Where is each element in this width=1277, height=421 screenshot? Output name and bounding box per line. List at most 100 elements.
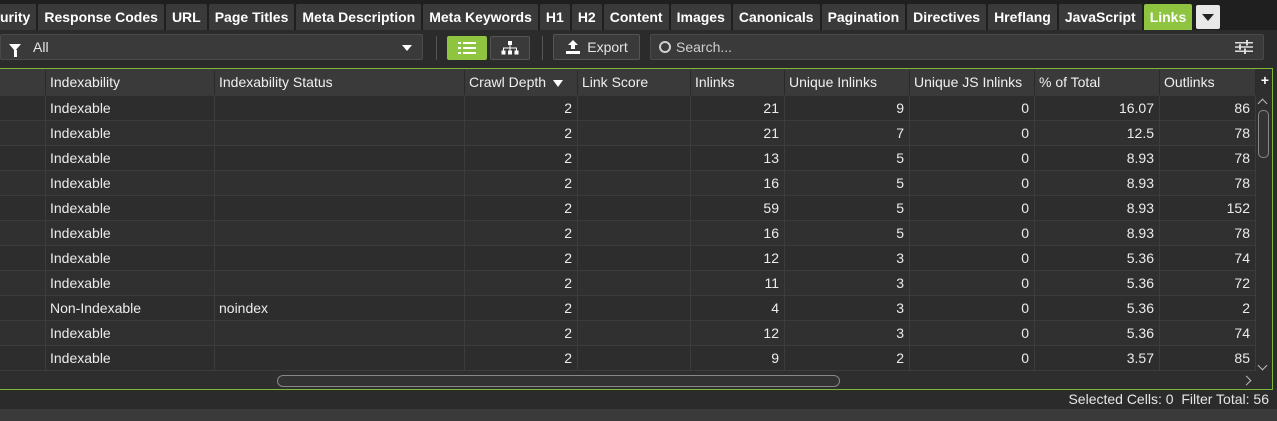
tab-page-titles[interactable]: Page Titles <box>208 4 295 30</box>
table-cell[interactable]: 16 <box>691 221 785 246</box>
table-cell-address[interactable] <box>0 271 46 296</box>
table-cell[interactable]: 5 <box>785 146 910 171</box>
table-cell[interactable] <box>215 196 465 221</box>
table-cell[interactable] <box>578 196 691 221</box>
table-cell[interactable]: 0 <box>910 321 1035 346</box>
table-cell-address[interactable] <box>0 146 46 171</box>
table-cell[interactable]: 74 <box>1160 321 1256 346</box>
tab-links[interactable]: Links <box>1143 4 1193 30</box>
table-cell[interactable] <box>215 271 465 296</box>
table-cell[interactable]: 2 <box>785 346 910 371</box>
search-box[interactable] <box>650 34 1264 60</box>
search-input[interactable] <box>676 39 1196 55</box>
table-row[interactable]: Indexable 2 21 9 0 16.07 86 <box>0 96 1256 121</box>
table-cell[interactable] <box>215 346 465 371</box>
table-cell[interactable]: 4 <box>691 296 785 321</box>
table-cell[interactable]: 0 <box>910 346 1035 371</box>
table-cell-address[interactable] <box>0 221 46 246</box>
table-cell[interactable]: 0 <box>910 146 1035 171</box>
table-cell[interactable]: Indexable <box>46 271 215 296</box>
tab-response-codes[interactable]: Response Codes <box>38 4 164 30</box>
table-cell[interactable]: 3 <box>785 271 910 296</box>
table-cell[interactable]: 5.36 <box>1035 296 1160 321</box>
table-row[interactable]: Non-Indexable noindex 2 4 3 0 5.36 2 <box>0 296 1256 321</box>
table-cell[interactable]: 0 <box>910 96 1035 121</box>
table-cell[interactable]: Indexable <box>46 221 215 246</box>
table-row[interactable]: Indexable 2 13 5 0 8.93 78 <box>0 146 1256 171</box>
table-row[interactable]: Indexable 2 9 2 0 3.57 85 <box>0 346 1256 371</box>
table-cell[interactable]: 0 <box>910 121 1035 146</box>
column-header-crawl-depth[interactable]: Crawl Depth <box>465 70 578 95</box>
table-cell[interactable]: 5.36 <box>1035 246 1160 271</box>
tab-url[interactable]: URL <box>165 4 207 30</box>
table-cell-address[interactable] <box>0 171 46 196</box>
table-cell[interactable]: 8.93 <box>1035 171 1160 196</box>
tab-h1[interactable]: H1 <box>539 4 570 30</box>
table-cell[interactable]: 16 <box>691 171 785 196</box>
table-cell[interactable] <box>578 246 691 271</box>
table-cell[interactable]: 11 <box>691 271 785 296</box>
table-cell[interactable]: 2 <box>465 196 578 221</box>
table-cell[interactable]: 7 <box>785 121 910 146</box>
table-cell[interactable]: Indexable <box>46 246 215 271</box>
vertical-scrollbar[interactable] <box>1256 96 1270 373</box>
table-cell[interactable]: 85 <box>1160 346 1256 371</box>
horizontal-scrollbar[interactable] <box>0 373 1256 389</box>
list-view-button[interactable] <box>447 36 487 60</box>
table-cell[interactable]: Indexable <box>46 121 215 146</box>
table-cell[interactable]: 5.36 <box>1035 271 1160 296</box>
scroll-thumb[interactable] <box>277 375 840 387</box>
table-cell[interactable]: 74 <box>1160 246 1256 271</box>
table-cell[interactable]: 9 <box>691 346 785 371</box>
table-row[interactable]: Indexable 2 16 5 0 8.93 78 <box>0 171 1256 196</box>
table-cell[interactable] <box>215 321 465 346</box>
table-cell[interactable]: 3 <box>785 246 910 271</box>
table-cell[interactable]: 78 <box>1160 121 1256 146</box>
table-cell[interactable]: 152 <box>1160 196 1256 221</box>
table-cell[interactable]: 78 <box>1160 171 1256 196</box>
table-cell[interactable]: Non-Indexable <box>46 296 215 321</box>
table-cell[interactable]: 5.36 <box>1035 321 1160 346</box>
table-cell[interactable]: Indexable <box>46 96 215 121</box>
table-cell[interactable]: 3 <box>785 296 910 321</box>
table-cell[interactable]: Indexable <box>46 146 215 171</box>
column-header-unique-inlinks[interactable]: Unique Inlinks <box>785 70 910 95</box>
chevron-up-icon[interactable] <box>1257 98 1268 109</box>
table-cell[interactable]: 5 <box>785 196 910 221</box>
table-cell[interactable]: 2 <box>465 271 578 296</box>
table-cell[interactable] <box>215 146 465 171</box>
table-cell-address[interactable] <box>0 196 46 221</box>
tab-urity[interactable]: urity <box>0 4 37 30</box>
table-cell[interactable]: 72 <box>1160 271 1256 296</box>
table-cell[interactable] <box>578 271 691 296</box>
table-cell[interactable]: 12 <box>691 321 785 346</box>
filter-dropdown[interactable]: All <box>0 34 423 60</box>
scroll-thumb[interactable] <box>1258 110 1269 158</box>
add-column-icon[interactable]: + <box>1261 73 1269 87</box>
tab-pagination[interactable]: Pagination <box>821 4 906 30</box>
chevron-down-icon[interactable] <box>1257 360 1268 371</box>
table-cell-address[interactable] <box>0 121 46 146</box>
table-cell[interactable]: 3 <box>785 321 910 346</box>
table-cell[interactable]: 5 <box>785 221 910 246</box>
column-header-indexability-status[interactable]: Indexability Status <box>215 70 465 95</box>
tree-view-button[interactable] <box>490 36 530 60</box>
table-cell[interactable] <box>578 171 691 196</box>
table-cell[interactable]: 2 <box>465 321 578 346</box>
column-header--of-total[interactable]: % of Total <box>1035 70 1160 95</box>
tab-canonicals[interactable]: Canonicals <box>732 4 820 30</box>
table-cell[interactable] <box>215 246 465 271</box>
table-cell[interactable]: 12 <box>691 246 785 271</box>
column-header-address[interactable] <box>0 70 46 95</box>
table-row[interactable]: Indexable 2 12 3 0 5.36 74 <box>0 321 1256 346</box>
table-cell[interactable]: 2 <box>465 171 578 196</box>
table-row[interactable]: Indexable 2 21 7 0 12.5 78 <box>0 121 1256 146</box>
table-cell[interactable]: Indexable <box>46 171 215 196</box>
table-cell[interactable] <box>578 146 691 171</box>
table-cell[interactable]: 3.57 <box>1035 346 1160 371</box>
table-cell[interactable] <box>215 221 465 246</box>
table-cell[interactable] <box>215 171 465 196</box>
table-cell-address[interactable] <box>0 346 46 371</box>
table-cell[interactable]: 2 <box>465 96 578 121</box>
column-header-outlinks[interactable]: Outlinks <box>1160 70 1256 95</box>
